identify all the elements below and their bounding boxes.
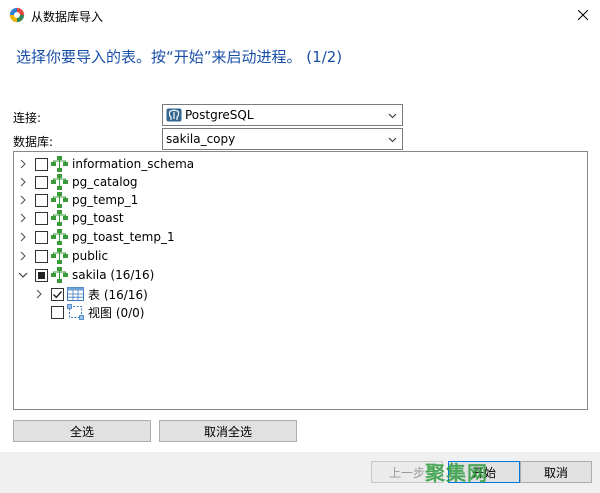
database-select[interactable]: sakila_copy	[162, 128, 403, 150]
checkbox-partial[interactable]	[35, 268, 48, 282]
chevron-right-icon[interactable]	[18, 213, 28, 223]
schema-icon	[51, 267, 68, 283]
table-icon	[67, 287, 84, 301]
schema-icon	[51, 229, 68, 245]
chevron-down-icon[interactable]	[18, 270, 28, 280]
schema-icon	[51, 210, 68, 226]
close-icon	[578, 10, 588, 20]
tree-item-views[interactable]: 视图 (0/0)	[34, 303, 145, 321]
tree-item-label: pg_catalog	[72, 175, 138, 189]
schema-icon	[51, 174, 68, 190]
database-label: 数据库:	[13, 135, 54, 149]
checkbox[interactable]	[51, 305, 64, 319]
tree-item-public[interactable]: public	[18, 247, 108, 265]
chevron-down-icon	[388, 137, 397, 143]
schema-icon	[51, 192, 68, 208]
tree-item-label: pg_toast_temp_1	[72, 230, 175, 244]
checkbox[interactable]	[35, 157, 48, 171]
connection-label: 连接:	[13, 111, 42, 125]
view-icon	[67, 304, 84, 320]
tree-item-tables[interactable]: 表 (16/16)	[34, 285, 148, 303]
chevron-right-icon[interactable]	[34, 289, 44, 299]
tree-item-pg-temp-1[interactable]: pg_temp_1	[18, 191, 138, 209]
tree-item-label: 视图 (0/0)	[88, 305, 145, 320]
tree-item-label: 表 (16/16)	[88, 287, 148, 302]
tree-item-pg-catalog[interactable]: pg_catalog	[18, 173, 138, 191]
connection-select[interactable]: PostgreSQL	[162, 104, 403, 126]
checkbox[interactable]	[35, 193, 48, 207]
tree-item-label: sakila (16/16)	[72, 268, 155, 282]
close-button[interactable]	[566, 0, 600, 30]
navicat-app-icon	[9, 7, 25, 23]
schema-tree[interactable]: information_schema pg_catalog pg_temp_1 …	[13, 151, 588, 410]
title-bar: 从数据库导入	[0, 0, 600, 30]
cancel-button[interactable]: 取消	[520, 461, 592, 483]
deselect-all-button[interactable]: 取消全选	[159, 420, 297, 442]
connection-value: PostgreSQL	[185, 108, 254, 122]
tree-item-sakila[interactable]: sakila (16/16)	[18, 266, 154, 284]
checkbox[interactable]	[35, 175, 48, 189]
check-icon	[53, 290, 63, 298]
checkbox-checked[interactable]	[51, 287, 64, 301]
tree-item-pg-toast[interactable]: pg_toast	[18, 209, 124, 227]
checkbox[interactable]	[35, 249, 48, 263]
chevron-right-icon[interactable]	[18, 159, 28, 169]
schema-icon	[51, 248, 68, 264]
chevron-down-icon	[388, 113, 397, 119]
window-title: 从数据库导入	[31, 10, 104, 24]
checkbox[interactable]	[35, 230, 48, 244]
chevron-right-icon[interactable]	[18, 195, 28, 205]
tree-item-label: pg_temp_1	[72, 193, 139, 207]
tree-item-label: pg_toast	[72, 211, 124, 225]
postgresql-icon	[166, 108, 182, 122]
database-value: sakila_copy	[166, 132, 236, 146]
select-all-button[interactable]: 全选	[13, 420, 151, 442]
tree-item-pg-toast-temp-1[interactable]: pg_toast_temp_1	[18, 228, 175, 246]
schema-icon	[51, 156, 68, 172]
page-heading: 选择你要导入的表。按“开始”来启动进程。 (1/2)	[16, 48, 343, 66]
tree-item-label: information_schema	[72, 157, 195, 171]
chevron-right-icon[interactable]	[18, 251, 28, 261]
chevron-right-icon[interactable]	[18, 232, 28, 242]
watermark-text: 聚集网	[425, 461, 488, 485]
checkbox[interactable]	[35, 211, 48, 225]
chevron-right-icon[interactable]	[18, 177, 28, 187]
tree-item-information-schema[interactable]: information_schema	[18, 155, 194, 173]
tree-item-label: public	[72, 249, 109, 263]
